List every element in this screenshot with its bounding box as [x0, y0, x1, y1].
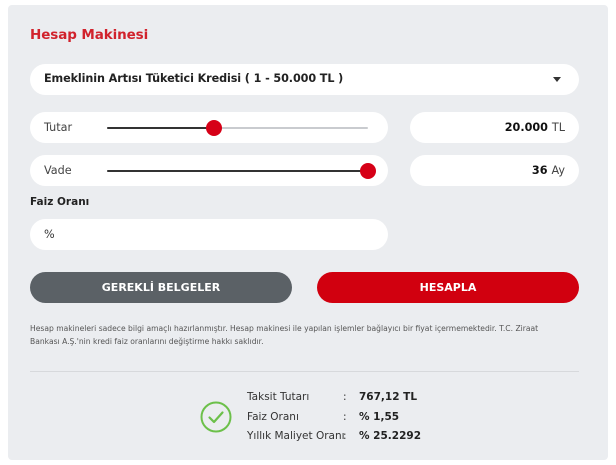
loan-type-selected: Emeklinin Artısı Tüketici Kredisi ( 1 - …: [44, 72, 344, 85]
amount-slider-fill: [107, 127, 214, 129]
term-value-display: 36 Ay: [532, 164, 565, 177]
result-separator: :: [343, 391, 347, 403]
disclaimer-text: Hesap makineleri sadece bilgi amaçlı haz…: [30, 324, 539, 346]
term-slider-thumb[interactable]: [360, 163, 376, 179]
result-label: Taksit Tutarı: [247, 391, 310, 403]
result-label: Faiz Oranı: [247, 410, 299, 423]
check-circle-icon: [200, 401, 232, 433]
amount-value-display: 20.000 TL: [505, 121, 565, 134]
term-value-field[interactable]: 36 Ay: [410, 155, 579, 186]
calculator-title: Hesap Makinesi: [30, 27, 149, 43]
amount-slider-thumb[interactable]: [206, 120, 222, 136]
interest-rate-field: [30, 219, 388, 250]
divider: [30, 371, 579, 372]
calculate-button[interactable]: HESAPLA: [317, 272, 579, 303]
amount-label: Tutar: [44, 121, 73, 134]
term-slider-field: Vade: [30, 155, 388, 186]
result-separator: :: [343, 430, 347, 442]
calculator-panel: Hesap Makinesi Emeklinin Artısı Tüketici…: [8, 5, 608, 460]
amount-value-field[interactable]: 20.000 TL: [410, 112, 579, 143]
interest-rate-input[interactable]: [44, 219, 374, 250]
result-value: % 25.2292: [359, 430, 422, 442]
term-label: Vade: [44, 164, 72, 177]
term-slider-fill: [107, 170, 368, 172]
term-unit: Ay: [551, 164, 565, 177]
result-value: 767,12 TL: [359, 391, 418, 403]
caret-down-icon[interactable]: [553, 77, 561, 82]
required-documents-button[interactable]: GEREKLİ BELGELER: [30, 272, 292, 303]
interest-rate-label: Faiz Oranı: [30, 196, 90, 208]
term-value: 36: [531, 164, 548, 177]
amount-value: 20.000: [504, 121, 548, 134]
term-slider-track[interactable]: [107, 163, 376, 179]
result-value: % 1,55: [359, 410, 400, 423]
amount-unit: TL: [551, 121, 565, 134]
loan-type-select[interactable]: Emeklinin Artısı Tüketici Kredisi ( 1 - …: [30, 64, 579, 95]
amount-slider-field: Tutar: [30, 112, 388, 143]
result-label: Yıllık Maliyet Oranı: [247, 430, 345, 442]
amount-slider-track[interactable]: [107, 120, 368, 136]
result-separator: :: [343, 410, 347, 423]
